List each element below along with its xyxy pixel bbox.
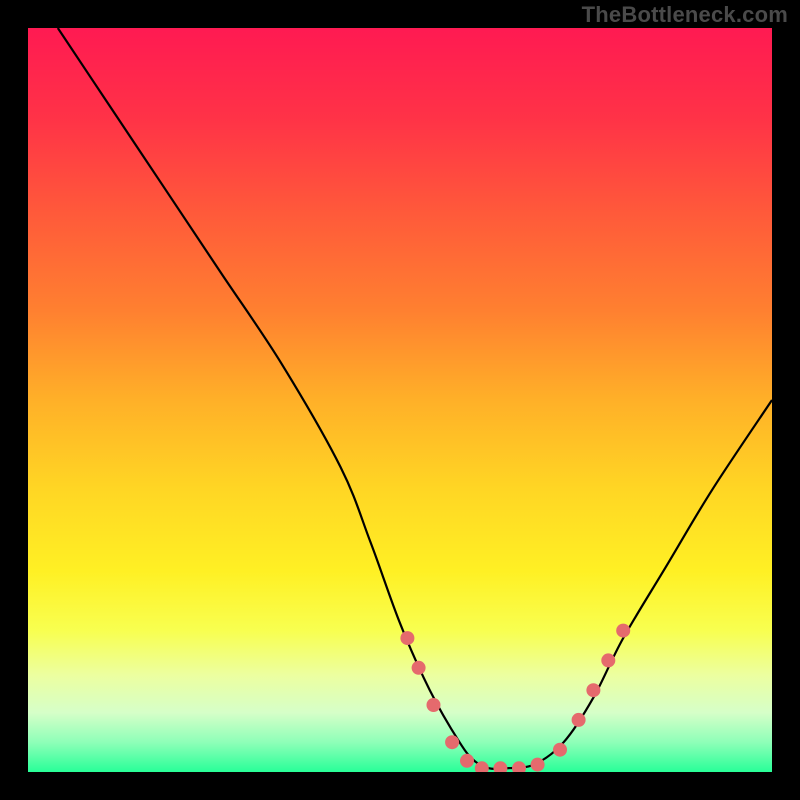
plot-area <box>28 28 772 772</box>
data-dot <box>512 761 526 772</box>
data-dot <box>460 754 474 768</box>
chart-frame: TheBottleneck.com <box>0 0 800 800</box>
data-dot <box>427 698 441 712</box>
data-dot <box>412 661 426 675</box>
data-dot <box>493 761 507 772</box>
watermark-text: TheBottleneck.com <box>582 2 788 28</box>
data-dot <box>553 743 567 757</box>
data-dot <box>586 683 600 697</box>
data-dot <box>601 653 615 667</box>
data-dot <box>572 713 586 727</box>
data-dot <box>445 735 459 749</box>
bottleneck-curve <box>28 28 772 772</box>
data-dot <box>616 624 630 638</box>
data-dot <box>531 758 545 772</box>
data-dot <box>400 631 414 645</box>
